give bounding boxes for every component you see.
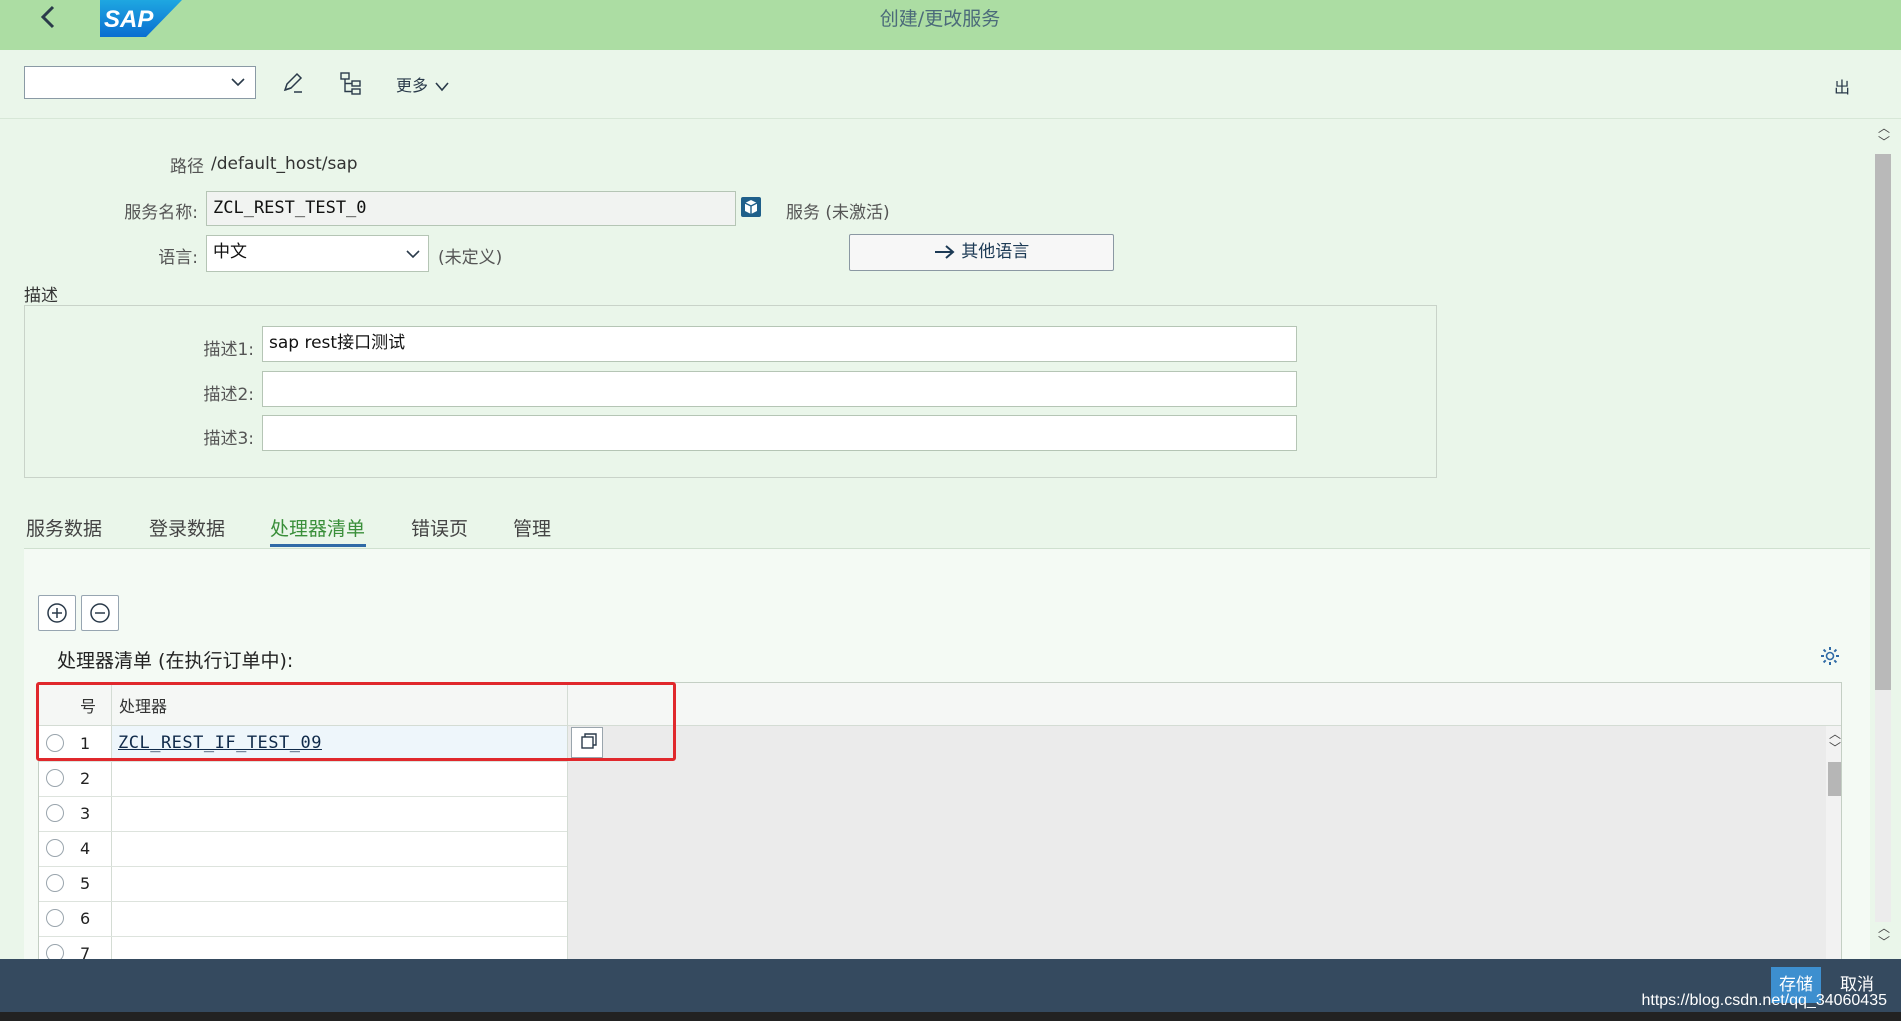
row-number: 7 (80, 944, 91, 960)
desc2-field[interactable] (262, 371, 1297, 407)
toolbar: 更多 出 (0, 50, 1901, 119)
column-header-handler: 处理器 (119, 697, 168, 716)
row-number: 2 (80, 769, 91, 788)
handler-table: 号 处理器 1 ZCL_REST_IF_TEST_09 2 3 4 5 6 7 … (38, 682, 1842, 960)
row-select-radio[interactable] (46, 874, 64, 892)
row-number: 3 (80, 804, 91, 823)
handler-cell[interactable] (112, 901, 567, 936)
row-select-radio[interactable] (46, 839, 64, 857)
desc3-label: 描述3: (203, 429, 254, 449)
table-row: 5 (39, 866, 567, 902)
language-select[interactable]: 中文 (206, 235, 429, 272)
handler-cell[interactable] (112, 831, 567, 866)
scroll-down-icon[interactable]: ﹀ (1829, 742, 1841, 754)
handler-cell[interactable]: ZCL_REST_IF_TEST_09 (112, 726, 567, 761)
description-section-title: 描述 (24, 286, 58, 306)
row-select-radio[interactable] (46, 734, 64, 752)
language-value: 中文 (213, 242, 247, 262)
page-scrollbar[interactable]: ︿ ﹀ ︿ ﹀ (1873, 120, 1893, 956)
service-name-label: 服务名称: (124, 203, 198, 223)
column-divider (567, 683, 568, 959)
path-value: /default_host/sap (211, 154, 358, 174)
desc1-label: 描述1: (203, 340, 254, 360)
table-row: 4 (39, 831, 567, 867)
watermark-text: https://blog.csdn.net/qq_34060435 (1641, 992, 1887, 1009)
row-number: 1 (80, 734, 91, 753)
table-row: 2 (39, 761, 567, 797)
gear-icon[interactable] (1819, 645, 1841, 667)
row-number: 5 (80, 874, 91, 893)
table-scrollbar[interactable]: ︿ ﹀ (1826, 726, 1841, 959)
service-cube-icon[interactable] (740, 196, 762, 218)
minus-circle-icon (90, 603, 110, 623)
handler-cell[interactable] (112, 761, 567, 796)
row-select-radio[interactable] (46, 769, 64, 787)
hierarchy-icon[interactable] (338, 70, 364, 96)
table-row: 7 (39, 936, 567, 960)
active-tab-indicator (270, 544, 366, 547)
handler-table-title: 处理器清单 (在执行订单中): (57, 650, 294, 672)
exit-button[interactable]: 出 (1834, 74, 1850, 98)
row-select-radio[interactable] (46, 944, 64, 959)
tab-service-data[interactable]: 服务数据 (26, 514, 102, 541)
table-row: 1 ZCL_REST_IF_TEST_09 (39, 726, 567, 762)
row-select-radio[interactable] (46, 909, 64, 927)
scroll-up-icon[interactable]: ︿ (1878, 122, 1890, 134)
handler-value: ZCL_REST_IF_TEST_09 (118, 733, 322, 753)
scroll-down-icon[interactable]: ﹀ (1878, 136, 1890, 148)
table-empty-area (568, 726, 1827, 959)
language-status: (未定义) (438, 248, 503, 268)
more-label: 更多 (396, 76, 429, 95)
plus-circle-icon (47, 603, 67, 623)
tab-error-pages[interactable]: 错误页 (411, 514, 468, 541)
scroll-down-icon[interactable]: ﹀ (1878, 936, 1890, 948)
desc3-field[interactable] (262, 415, 1297, 451)
table-header: 号 处理器 (39, 683, 1841, 726)
handler-cell[interactable] (112, 936, 567, 959)
chevron-down-icon (406, 250, 420, 259)
footer-bar (0, 959, 1901, 1012)
service-status: 服务 (未激活) (786, 203, 890, 223)
tab-administration[interactable]: 管理 (513, 514, 551, 541)
arrow-right-icon (934, 245, 955, 259)
app-title: 创建/更改服务 (879, 8, 1001, 30)
tab-logon-data[interactable]: 登录数据 (149, 514, 225, 541)
tab-handler-list[interactable]: 处理器清单 (270, 514, 365, 541)
handler-cell[interactable] (112, 796, 567, 831)
insert-row-button[interactable] (38, 595, 76, 631)
row-number: 4 (80, 839, 91, 858)
more-menu-button[interactable]: 更多 (396, 72, 451, 96)
footer-edge (0, 1012, 1901, 1021)
other-language-button[interactable]: 其他语言 (849, 234, 1114, 271)
language-label: 语言: (158, 248, 198, 268)
row-select-radio[interactable] (46, 804, 64, 822)
chevron-down-icon (231, 78, 245, 87)
scrollbar-thumb[interactable] (1875, 154, 1891, 690)
column-header-no: 号 (80, 697, 97, 716)
shell-header: SAP 创建/更改服务 (0, 0, 1901, 50)
chevron-down-icon (435, 81, 449, 91)
path-label: 路径 (170, 157, 204, 177)
table-row: 6 (39, 901, 567, 937)
delete-row-button[interactable] (81, 595, 119, 631)
desc2-label: 描述2: (203, 385, 254, 405)
desc1-field[interactable]: sap rest接口测试 (262, 326, 1297, 362)
scroll-up-icon[interactable]: ︿ (1829, 728, 1841, 740)
service-name-field[interactable]: ZCL_REST_TEST_0 (206, 191, 736, 226)
other-language-label: 其他语言 (961, 242, 1030, 262)
copy-icon (581, 733, 597, 749)
handler-cell[interactable] (112, 866, 567, 901)
scrollbar-thumb[interactable] (1828, 762, 1841, 796)
row-number: 6 (80, 909, 91, 928)
edit-pencil-icon[interactable] (280, 70, 306, 96)
command-field-select[interactable] (24, 66, 256, 99)
value-help-button[interactable] (571, 727, 603, 758)
table-row: 3 (39, 796, 567, 832)
scroll-up-icon[interactable]: ︿ (1878, 922, 1890, 934)
